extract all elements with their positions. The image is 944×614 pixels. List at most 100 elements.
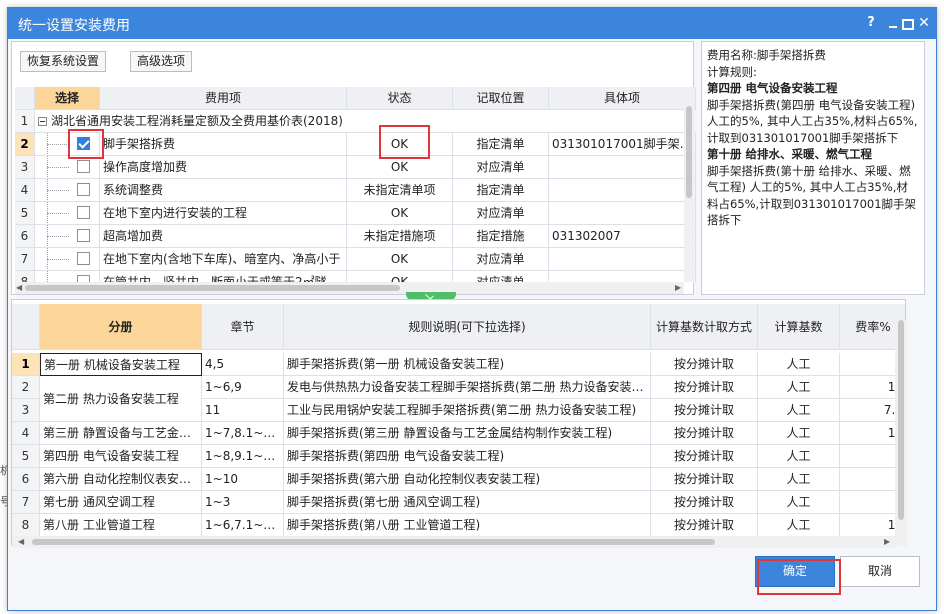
base-method-cell[interactable]: 按分摊计取	[651, 376, 758, 399]
table-row[interactable]: 3 操作高度增加费 OK 对应清单	[15, 156, 696, 179]
table-row[interactable]: 8 在管井内、竖井内、断面小于或等于2㎡隧 OK 对应清单	[15, 271, 696, 282]
rule-cell[interactable]: 脚手架搭拆费(第三册 静置设备与工艺金属结构制作安装工程)	[284, 422, 651, 445]
select-checkbox[interactable]	[77, 275, 90, 282]
help-icon[interactable]: ?	[863, 14, 879, 32]
base-cell[interactable]: 人工	[758, 422, 840, 445]
rule-cell[interactable]: 脚手架搭拆费(第七册 通风空调工程)	[284, 491, 651, 514]
header-status[interactable]: 状态	[347, 87, 453, 110]
base-cell[interactable]: 人工	[758, 445, 840, 468]
row-number: 7	[15, 248, 35, 271]
vertical-scrollbar[interactable]	[895, 320, 907, 546]
table-row[interactable]: 1 第一册 机械设备安装工程 4,5 脚手架搭拆费(第一册 机械设备安装工程) …	[12, 353, 905, 376]
location-cell[interactable]: 对应清单	[453, 248, 549, 271]
select-checkbox[interactable]	[77, 229, 90, 242]
base-cell[interactable]: 人工	[758, 399, 840, 422]
rule-cell[interactable]: 发电与供热热力设备安装工程脚手架搭拆费(第二册 热力设备安装工程)	[284, 376, 651, 399]
location-cell[interactable]: 对应清单	[453, 271, 549, 282]
header-location[interactable]: 记取位置	[453, 87, 549, 110]
header-base-method[interactable]: 计算基数计取方式	[651, 304, 758, 350]
table-row[interactable]: 7 第七册 通风空调工程 1~3 脚手架搭拆费(第七册 通风空调工程) 按分摊计…	[12, 491, 905, 514]
base-method-cell[interactable]: 按分摊计取	[651, 353, 758, 376]
select-checkbox[interactable]	[77, 160, 90, 173]
table-row[interactable]: 2 第二册 热力设备安装工程 1~6,9 发电与供热热力设备安装工程脚手架搭拆费…	[12, 376, 905, 422]
table-row[interactable]: 7 在地下室内(含地下车库)、暗室内、净高小于 OK 对应清单	[15, 248, 696, 271]
scroll-right-icon[interactable]: ▶	[675, 283, 681, 293]
location-cell[interactable]: 对应清单	[453, 202, 549, 225]
base-cell[interactable]: 人工	[758, 468, 840, 491]
location-cell[interactable]: 指定清单	[453, 133, 549, 156]
rule-cell[interactable]: 工业与民用锅炉安装工程脚手架搭拆费(第二册 热力设备安装工程)	[284, 399, 651, 422]
base-cell[interactable]: 人工	[758, 353, 840, 376]
table-row[interactable]: 5 在地下室内进行安装的工程 OK 对应清单	[15, 202, 696, 225]
volume-cell[interactable]: 第七册 通风空调工程	[40, 491, 202, 514]
table-row[interactable]: 2 脚手架搭拆费 OK 指定清单 031301017001脚手架搭拆	[15, 133, 696, 156]
table-row[interactable]: 5 第四册 电气设备安装工程 1~8,9.1~9.10 脚手架搭拆费(第四册 电…	[12, 445, 905, 468]
close-icon[interactable]: ✕	[916, 14, 932, 32]
base-cell[interactable]: 人工	[758, 491, 840, 514]
advanced-options-button[interactable]: 高级选项	[130, 51, 193, 72]
select-checkbox[interactable]	[77, 252, 90, 265]
select-checkbox[interactable]	[77, 137, 90, 150]
table-row[interactable]: 4 第三册 静置设备与工艺金属结构制作安装工程 1~7,8.1~8.4 脚手架搭…	[12, 422, 905, 445]
header-rule[interactable]: 规则说明(可下拉选择)	[284, 304, 651, 350]
ok-button[interactable]: 确定	[755, 556, 835, 587]
scroll-thumb[interactable]	[686, 106, 692, 198]
detail-cell[interactable]: 031302007	[549, 225, 696, 248]
scroll-thumb[interactable]	[898, 320, 904, 520]
location-cell[interactable]: 指定清单	[453, 179, 549, 202]
volume-cell[interactable]: 第一册 机械设备安装工程	[40, 353, 202, 376]
detail-cell[interactable]	[549, 271, 696, 282]
header-detail[interactable]: 具体项	[549, 87, 696, 110]
select-cell	[35, 225, 100, 248]
location-cell[interactable]: 对应清单	[453, 156, 549, 179]
group-label[interactable]: 湖北省通用安装工程消耗量定额及全费用基价表(2018)	[35, 110, 696, 133]
table-row[interactable]: 6 超高增加费 未指定措施项 指定措施 031302007	[15, 225, 696, 248]
volume-cell[interactable]: 第八册 工业管道工程	[40, 514, 202, 537]
base-method-cell[interactable]: 按分摊计取	[651, 491, 758, 514]
table-row[interactable]: 4 系统调整费 未指定清单项 指定清单	[15, 179, 696, 202]
table-row[interactable]: 8 第八册 工业管道工程 1~6,7.1~7.18 脚手架搭拆费(第八册 工业管…	[12, 514, 905, 537]
header-chapter[interactable]: 章节	[202, 304, 284, 350]
select-checkbox[interactable]	[77, 183, 90, 196]
vertical-scrollbar[interactable]	[684, 102, 694, 282]
collapse-icon[interactable]	[38, 117, 47, 126]
table-row[interactable]: 3 11 工业与民用锅炉安装工程脚手架搭拆费(第二册 热力设备安装工程) 按分摊…	[12, 399, 905, 422]
scroll-thumb[interactable]	[32, 539, 715, 545]
base-cell[interactable]: 人工	[758, 376, 840, 399]
maximize-icon[interactable]	[898, 14, 914, 32]
scroll-left-icon[interactable]: ◀	[18, 537, 24, 547]
header-select[interactable]: 选择	[35, 87, 100, 110]
group-row[interactable]: 1 湖北省通用安装工程消耗量定额及全费用基价表(2018)	[15, 110, 696, 133]
header-volume[interactable]: 分册	[40, 304, 202, 350]
detail-cell[interactable]	[549, 156, 696, 179]
detail-cell[interactable]	[549, 179, 696, 202]
rule-cell[interactable]: 脚手架搭拆费(第一册 机械设备安装工程)	[284, 353, 651, 376]
base-method-cell[interactable]: 按分摊计取	[651, 445, 758, 468]
rule-cell[interactable]: 脚手架搭拆费(第八册 工业管道工程)	[284, 514, 651, 537]
detail-cell[interactable]: 031301017001脚手架搭拆	[549, 133, 696, 156]
base-method-cell[interactable]: 按分摊计取	[651, 422, 758, 445]
rule-cell[interactable]: 脚手架搭拆费(第四册 电气设备安装工程)	[284, 445, 651, 468]
table-row[interactable]: 6 第六册 自动化控制仪表安装工程 1~10 脚手架搭拆费(第六册 自动化控制仪…	[12, 468, 905, 491]
volume-cell[interactable]: 第三册 静置设备与工艺金属结构制作安装工程	[40, 422, 202, 445]
rule-cell[interactable]: 脚手架搭拆费(第六册 自动化控制仪表安装工程)	[284, 468, 651, 491]
base-method-cell[interactable]: 按分摊计取	[651, 468, 758, 491]
header-base[interactable]: 计算基数	[758, 304, 840, 350]
scroll-right-icon[interactable]: ▶	[884, 537, 890, 547]
scroll-left-icon[interactable]: ◀	[16, 283, 22, 293]
select-checkbox[interactable]	[77, 206, 90, 219]
scroll-thumb[interactable]	[25, 285, 400, 291]
restore-system-settings-button[interactable]: 恢复系统设置	[20, 51, 107, 72]
cancel-button[interactable]: 取消	[840, 556, 920, 587]
volume-cell[interactable]: 第四册 电气设备安装工程	[40, 445, 202, 468]
base-method-cell[interactable]: 按分摊计取	[651, 514, 758, 537]
location-cell[interactable]: 指定措施	[453, 225, 549, 248]
detail-cell[interactable]	[549, 248, 696, 271]
volume-cell[interactable]: 第六册 自动化控制仪表安装工程	[40, 468, 202, 491]
base-method-cell[interactable]: 按分摊计取	[651, 399, 758, 422]
horizontal-scrollbar[interactable]: ◀ ▶	[15, 282, 684, 294]
horizontal-scrollbar[interactable]: ◀ ▶	[12, 536, 895, 548]
base-cell[interactable]: 人工	[758, 514, 840, 537]
detail-cell[interactable]	[549, 202, 696, 225]
header-fee-item[interactable]: 费用项	[100, 87, 347, 110]
